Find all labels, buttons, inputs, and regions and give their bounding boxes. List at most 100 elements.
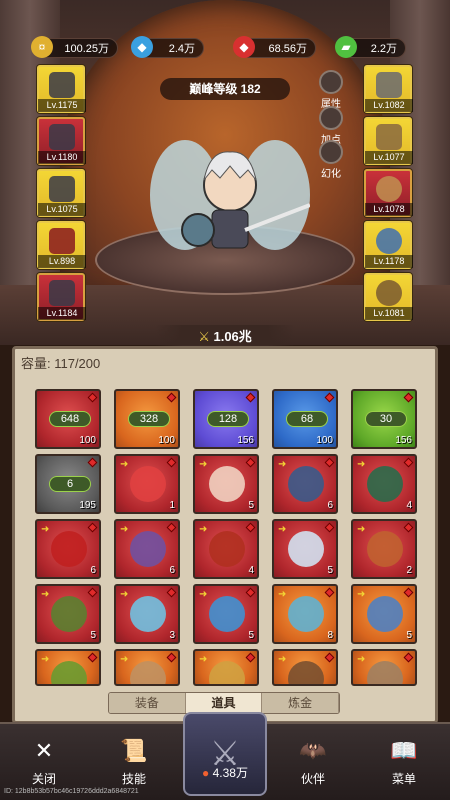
inventory-item[interactable]: ➜ 3	[114, 584, 180, 644]
inventory-item[interactable]: ➜ 5	[193, 584, 259, 644]
inventory-item[interactable]: ➜ 6	[35, 519, 101, 579]
hero-character[interactable]	[150, 130, 310, 270]
slot-level: Lv.1077	[365, 151, 413, 164]
monster-icon	[130, 596, 166, 632]
inventory-item[interactable]: ➜ 2	[351, 519, 417, 579]
hero-body	[211, 209, 249, 249]
equip-slot-pants[interactable]: Lv.1075	[37, 169, 86, 217]
new-badge-icon	[166, 457, 177, 468]
equip-slot-spear[interactable]: Lv.1082	[364, 65, 413, 113]
gold-counter[interactable]: ¤ 100.25万	[31, 36, 118, 58]
inventory-item[interactable]: ➜ 4	[351, 454, 417, 514]
slot-level: Lv.1075	[38, 203, 86, 216]
item-count: 6	[90, 565, 96, 576]
inventory-item[interactable]: ➜ 8	[272, 584, 338, 644]
close-button[interactable]: ✕ 关闭	[14, 734, 74, 787]
partners-button[interactable]: 🦇 伙伴	[283, 734, 343, 787]
transmog-button[interactable]: 幻化	[317, 140, 345, 180]
new-badge-icon	[403, 587, 414, 598]
upgrade-arrow-icon: ➜	[357, 589, 366, 600]
upgrade-arrow-icon: ➜	[357, 654, 366, 665]
battle-button[interactable]: ⚔	[183, 712, 267, 796]
equip-slot-necklace[interactable]: Lv.1178	[364, 221, 413, 269]
user-id: ID: 12b8b53b57bc46c19726ddd2a6848721	[4, 788, 139, 795]
slot-level: Lv.1184	[38, 307, 86, 320]
new-badge-icon	[403, 457, 414, 468]
new-badge-icon	[324, 392, 335, 403]
monster-icon	[367, 661, 403, 684]
equip-slot-shield[interactable]: Lv.1077	[364, 117, 413, 165]
inventory-item[interactable]: ➜ 5	[351, 584, 417, 644]
fist-icon	[319, 106, 343, 130]
item-count: 5	[248, 630, 254, 641]
inventory-item[interactable]: 6 195	[35, 454, 101, 514]
new-badge-icon	[166, 522, 177, 533]
item-count: 1	[169, 500, 175, 511]
inventory-item[interactable]: ➜ 6	[114, 519, 180, 579]
value-chip: 128	[207, 411, 249, 427]
inventory-item[interactable]: ➜	[272, 649, 338, 686]
monster-icon	[209, 466, 245, 502]
equip-slot-helmet[interactable]: Lv.1175	[37, 65, 86, 113]
inventory-item[interactable]: ➜	[114, 649, 180, 686]
inventory-item[interactable]: ➜	[193, 649, 259, 686]
inventory-item[interactable]: ➜ 1	[114, 454, 180, 514]
combat-power-value: 1.06兆	[213, 329, 252, 344]
red-gem-icon: ◆	[233, 36, 255, 58]
item-count: 100	[79, 435, 96, 446]
inventory-item[interactable]: ➜ 4	[193, 519, 259, 579]
attributes-button[interactable]: 属性	[317, 70, 345, 110]
battle-value: ● 4.38万	[183, 764, 267, 781]
inventory-item[interactable]: 128 156	[193, 389, 259, 449]
inventory-item[interactable]: ➜ 5	[272, 519, 338, 579]
inventory-item[interactable]: ➜ 6	[272, 454, 338, 514]
new-badge-icon	[87, 652, 98, 663]
peak-level-label: 巅峰等级 182	[160, 78, 290, 100]
monster-icon	[288, 531, 324, 567]
tab-equipment[interactable]: 装备	[109, 693, 186, 713]
inventory-item[interactable]: ➜	[35, 649, 101, 686]
pants-icon	[49, 176, 75, 202]
new-badge-icon	[87, 457, 98, 468]
upgrade-arrow-icon: ➜	[199, 459, 208, 470]
slot-level: Lv.1180	[38, 151, 86, 164]
new-badge-icon	[87, 522, 98, 533]
value-chip: 648	[49, 411, 91, 427]
equip-slot-armor[interactable]: Lv.1180	[37, 117, 86, 165]
inventory-item[interactable]: ➜ 5	[193, 454, 259, 514]
monster-icon	[209, 531, 245, 567]
mask-icon	[319, 140, 343, 164]
skills-button[interactable]: 📜 技能	[104, 734, 164, 787]
tab-alchemy[interactable]: 炼金	[262, 693, 339, 713]
inventory-item[interactable]: 328 100	[114, 389, 180, 449]
item-count: 4	[248, 565, 254, 576]
partners-label: 伙伴	[300, 772, 325, 786]
ruby-counter[interactable]: ◆ 68.56万	[233, 36, 316, 58]
jade-counter[interactable]: ▰ 2.2万	[335, 36, 406, 58]
new-badge-icon	[87, 392, 98, 403]
equip-slot-boots[interactable]: Lv.898	[37, 221, 86, 269]
inventory-item[interactable]: 68 100	[272, 389, 338, 449]
item-count: 5	[327, 565, 333, 576]
hero-shield	[181, 213, 215, 247]
inventory-item[interactable]: 648 100	[35, 389, 101, 449]
slot-level: Lv.1175	[38, 99, 86, 112]
menu-button[interactable]: 📖 菜单	[374, 734, 434, 787]
inventory-item[interactable]: ➜ 5	[35, 584, 101, 644]
upgrade-arrow-icon: ➜	[357, 524, 366, 535]
inventory-item[interactable]: 30 156	[351, 389, 417, 449]
equip-slot-ring[interactable]: Lv.1078	[364, 169, 413, 217]
tab-items[interactable]: 道具	[185, 693, 263, 713]
equip-slot-glove[interactable]: Lv.1184	[37, 273, 86, 321]
item-count: 3	[169, 630, 175, 641]
new-badge-icon	[324, 587, 335, 598]
book-icon: 📖	[390, 738, 418, 763]
item-count: 4	[406, 500, 412, 511]
monster-icon	[51, 596, 87, 632]
gold-value: 100.25万	[64, 43, 109, 55]
equip-slot-amulet[interactable]: Lv.1081	[364, 273, 413, 321]
fire-orb-icon: ●	[202, 766, 210, 780]
monster-icon	[209, 596, 245, 632]
crystal-counter[interactable]: ◆ 2.4万	[131, 36, 204, 58]
inventory-item[interactable]: ➜	[351, 649, 417, 686]
